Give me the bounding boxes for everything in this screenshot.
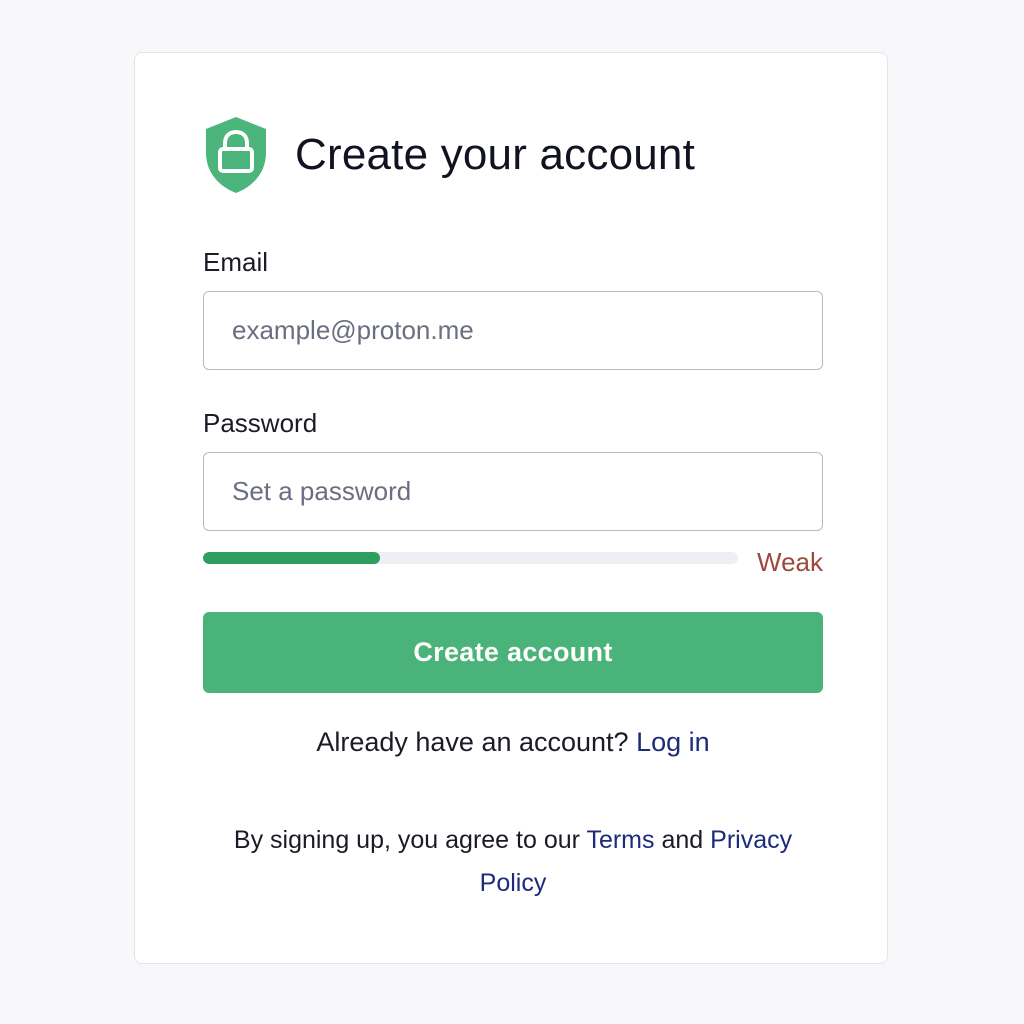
terms-link[interactable]: Terms	[586, 826, 654, 854]
signup-card: Create your account Email Password Weak …	[134, 52, 888, 964]
login-prompt-text: Already have an account?	[316, 727, 629, 757]
page-title: Create your account	[295, 130, 696, 179]
login-link[interactable]: Log in	[636, 727, 710, 757]
create-account-button[interactable]: Create account	[203, 612, 823, 693]
email-input[interactable]	[203, 291, 823, 370]
password-strength-meter	[203, 552, 738, 564]
password-input[interactable]	[203, 452, 823, 531]
login-prompt: Already have an account? Log in	[203, 727, 823, 758]
shield-lock-icon	[206, 117, 266, 193]
terms-prefix: By signing up, you agree to our	[233, 826, 580, 854]
password-label: Password	[203, 408, 318, 438]
terms-conjunction: and	[661, 826, 704, 854]
card-header: Create your account	[203, 115, 823, 195]
terms-notice: By signing up, you agree to our Terms an…	[203, 819, 823, 905]
email-label: Email	[203, 247, 269, 277]
password-strength-label: Weak	[757, 547, 823, 577]
password-strength-fill	[203, 552, 380, 564]
